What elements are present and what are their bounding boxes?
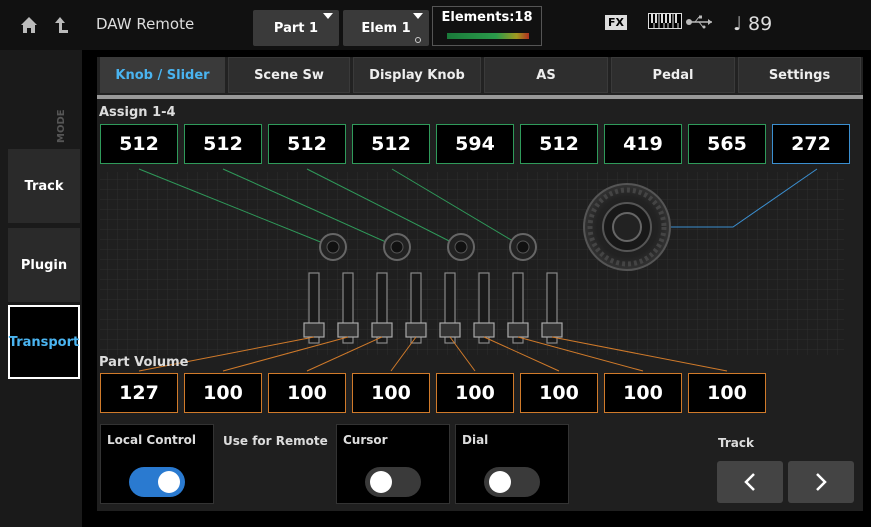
assign-value-1[interactable]: 512 [100,124,178,164]
dropdown-triangle-icon [413,13,423,19]
dial-label: Dial [462,433,489,447]
mode-button-plugin[interactable]: Plugin [8,228,80,302]
assign-section-label: Assign 1-4 [99,105,176,120]
level-meter [447,33,529,39]
app-title: DAW Remote [96,15,195,33]
assign-value-4[interactable]: 512 [352,124,430,164]
part-volume-value-7[interactable]: 100 [604,373,682,413]
part-volume-value-3[interactable]: 100 [268,373,346,413]
tab-settings[interactable]: Settings [738,57,861,93]
keyboard-icon [648,13,682,29]
mode-label: MODE [56,109,67,143]
tab-pedal[interactable]: Pedal [611,57,735,93]
elements-meter-panel: Elements:18 [432,6,542,46]
element-select-label: Elem 1 [361,20,411,36]
local-control-label: Local Control [107,433,196,447]
assign-value-5[interactable]: 594 [436,124,514,164]
part-volume-value-8[interactable]: 100 [688,373,766,413]
chevron-left-icon [744,473,755,491]
dial-toggle[interactable] [484,467,540,497]
mode-button-transport[interactable]: Transport [8,305,80,379]
home-icon[interactable] [20,16,38,34]
cursor-cell: Cursor [336,424,450,504]
tab-display-knob[interactable]: Display Knob [353,57,481,93]
part-volume-value-4[interactable]: 100 [352,373,430,413]
assign-value-7[interactable]: 419 [604,124,682,164]
assign-value-6[interactable]: 512 [520,124,598,164]
fx-badge: FX [605,15,627,30]
part-volume-value-2[interactable]: 100 [184,373,262,413]
track-nav-label: Track [718,436,754,450]
part-volume-value-6[interactable]: 100 [520,373,598,413]
track-prev-button[interactable] [717,461,783,503]
top-bar: DAW Remote Part 1 Elem 1 Elements:18 FX [0,0,871,50]
dropdown-triangle-icon [323,13,333,19]
toggle-knob [370,471,392,493]
tab-knob-slider[interactable]: Knob / Slider [100,57,225,93]
cursor-toggle[interactable] [365,467,421,497]
assign-value-8[interactable]: 565 [688,124,766,164]
tempo-display[interactable]: ♩ 89 [733,13,772,35]
part-volume-value-5[interactable]: 100 [436,373,514,413]
local-control-toggle[interactable] [129,467,185,497]
element-status-dot-icon [415,37,421,43]
tab-bar: Knob / Slider Scene Sw Display Knob AS P… [97,57,863,95]
tab-scene-sw[interactable]: Scene Sw [228,57,350,93]
part-volume-value-1[interactable]: 127 [100,373,178,413]
cursor-label: Cursor [343,433,388,447]
assign-value-2[interactable]: 512 [184,124,262,164]
chevron-right-icon [816,473,827,491]
local-control-cell: Local Control [100,424,214,504]
main-panel: Assign 1-4 512 512 512 512 594 512 419 5… [97,99,863,511]
dial-value[interactable]: 272 [772,124,850,164]
tab-as[interactable]: AS [484,57,608,93]
usb-icon [686,15,712,29]
use-for-remote-label: Use for Remote [223,434,328,448]
dial-cell: Dial [455,424,569,504]
mode-button-track[interactable]: Track [8,149,80,223]
toggle-knob [489,471,511,493]
back-up-icon[interactable] [52,15,70,35]
daw-remote-screen: DAW Remote Part 1 Elem 1 Elements:18 FX [0,0,871,527]
part-select-label: Part 1 [273,20,319,36]
mode-sidebar: MODE Track Plugin Transport [0,50,82,527]
elements-count: Elements:18 [441,10,533,25]
assign-value-3[interactable]: 512 [268,124,346,164]
element-select-button[interactable]: Elem 1 [343,10,429,46]
part-select-button[interactable]: Part 1 [253,10,339,46]
part-volume-section-label: Part Volume [99,355,189,370]
toggle-knob [158,471,180,493]
track-next-button[interactable] [788,461,854,503]
